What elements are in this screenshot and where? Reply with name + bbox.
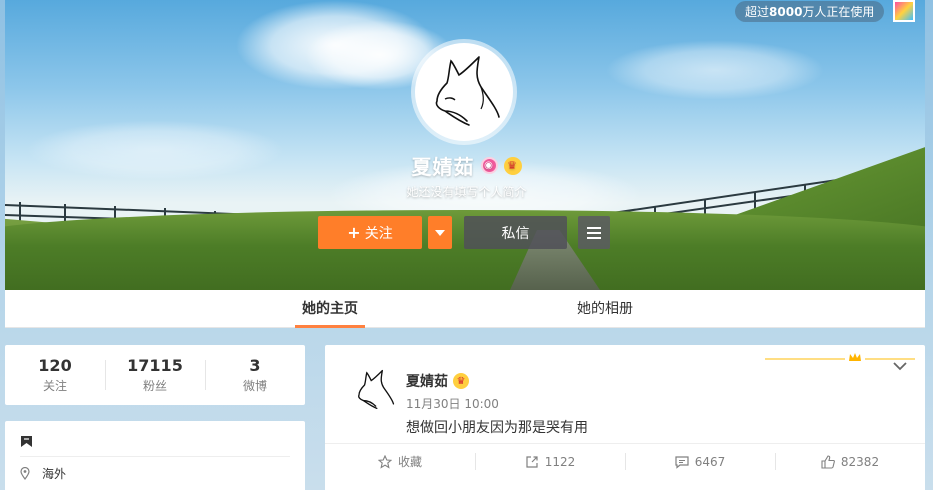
bookmark-icon (21, 436, 32, 447)
avatar-ring (411, 39, 517, 145)
post-avatar[interactable] (349, 365, 399, 415)
stat-label: 粉丝 (142, 379, 167, 393)
stat-value: 3 (249, 356, 261, 375)
follow-button[interactable]: + 关注 (318, 216, 422, 249)
stat-followers[interactable]: 17115 粉丝 (105, 356, 205, 394)
profile-name-row: 夏婧茹 ◉ ♛ (0, 151, 933, 180)
member-crown-icon[interactable]: ♛ (503, 156, 522, 175)
verified-badge-icon[interactable]: ◉ (480, 157, 498, 174)
stat-value: 17115 (127, 356, 183, 375)
profile-tabs: 她的主页 她的相册 (5, 290, 925, 328)
usage-hint: 超过 8000 万人正在使用 (735, 1, 885, 22)
caret-down-icon (435, 229, 445, 236)
comment-button[interactable]: 6467 (625, 444, 775, 479)
stat-posts[interactable]: 3 微博 (205, 356, 305, 394)
stat-value: 120 (38, 356, 72, 375)
app-icon[interactable] (893, 0, 915, 22)
post-author[interactable]: 夏婧茹 (406, 371, 448, 391)
stat-label: 关注 (42, 379, 67, 393)
repost-button[interactable]: 1122 (475, 444, 625, 479)
post-actions: 收藏 1122 6467 82382 (325, 443, 925, 479)
stats-card: 120 关注 17115 粉丝 3 微博 (5, 345, 305, 405)
like-icon (821, 454, 835, 469)
profile-bio: 她还没有填写个人简介 (406, 185, 527, 199)
follow-dropdown-button[interactable] (428, 216, 452, 249)
menu-icon (587, 226, 601, 239)
more-menu-button[interactable] (578, 216, 610, 249)
post-time[interactable]: 11月30日 10:00 (406, 395, 499, 412)
like-count: 82382 (840, 454, 880, 469)
stat-following[interactable]: 120 关注 (5, 356, 105, 394)
message-button[interactable]: 私信 (464, 216, 567, 249)
cat-drawing-icon (358, 369, 395, 409)
location-text: 海外 (42, 467, 67, 481)
info-header (20, 433, 290, 457)
comment-icon (675, 455, 689, 469)
usage-hint-count: 8000 (769, 4, 803, 19)
plus-icon: + (347, 223, 361, 242)
post-text: 想做回小朋友因为那是哭有用 (406, 420, 588, 436)
avatar[interactable] (415, 43, 513, 141)
post-author-row: 夏婧茹 ♛ (406, 371, 469, 391)
like-button[interactable]: 82382 (775, 444, 925, 479)
cloud (605, 40, 825, 100)
feed-card: 夏婧茹 ♛ 11月30日 10:00 想做回小朋友因为那是哭有用 收藏 1122… (325, 345, 925, 490)
share-icon (526, 455, 538, 468)
comment-count: 6467 (694, 454, 726, 469)
info-card: 海外 (5, 421, 305, 490)
profile-name: 夏婧茹 (411, 155, 475, 179)
usage-hint-prefix: 超过 (745, 5, 770, 19)
location-pin-icon (20, 467, 30, 480)
favorite-button[interactable]: 收藏 (325, 444, 475, 479)
follow-button-label: 关注 (364, 225, 393, 242)
member-crown-icon[interactable]: ♛ (453, 373, 469, 389)
cat-drawing-icon (435, 56, 500, 126)
tab-home[interactable]: 她的主页 (295, 290, 365, 328)
chevron-down-icon[interactable] (893, 362, 907, 371)
favorite-label: 收藏 (397, 455, 422, 469)
repost-count: 1122 (544, 454, 576, 469)
tab-album[interactable]: 她的相册 (565, 290, 645, 328)
stat-label: 微博 (242, 379, 267, 393)
message-button-label: 私信 (501, 225, 530, 242)
star-icon (377, 454, 392, 469)
location-row: 海外 (20, 465, 66, 482)
usage-hint-suffix: 万人正在使用 (802, 5, 875, 19)
